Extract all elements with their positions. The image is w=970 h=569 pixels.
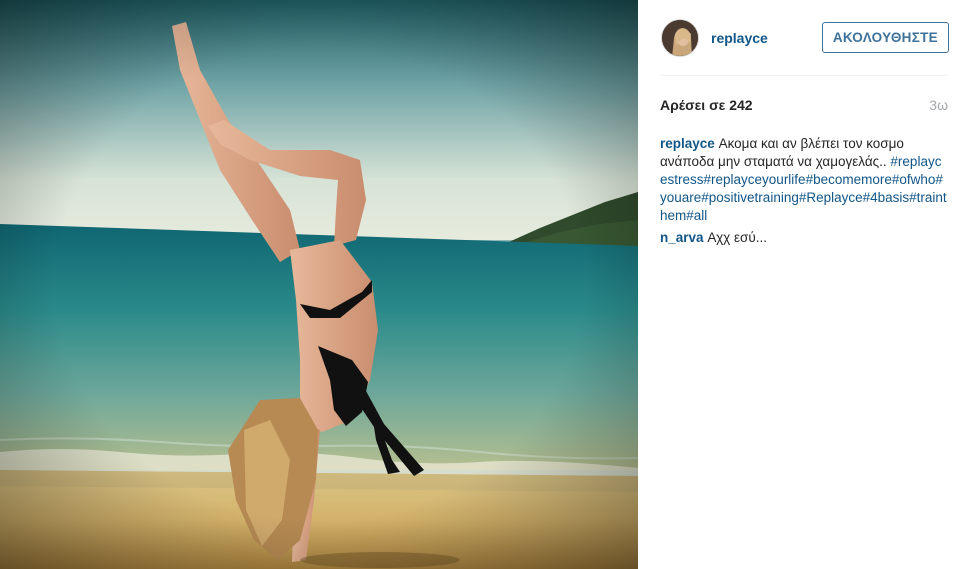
post-sidebar: replayce ΑΚΟΛΟΥΘΗΣΤΕ Αρέσει σε 242 3ω re… (638, 0, 970, 569)
follow-button[interactable]: ΑΚΟΛΟΥΘΗΣΤΕ (821, 22, 949, 53)
instagram-post: replayce ΑΚΟΛΟΥΘΗΣΤΕ Αρέσει σε 242 3ω re… (0, 0, 970, 569)
comment-author[interactable]: replayce (660, 136, 715, 151)
likes-row: Αρέσει σε 242 3ω (660, 96, 948, 114)
post-age[interactable]: 3ω (929, 97, 948, 113)
comment-item: replayce Ακομα και αν βλέπει τον κοσμο α… (660, 135, 948, 225)
post-photo[interactable] (0, 0, 638, 569)
comment-item: n_arva Αχχ εσύ... (660, 229, 948, 247)
username-link[interactable]: replayce (711, 30, 822, 46)
post-image (0, 0, 638, 569)
comment-author[interactable]: n_arva (660, 230, 704, 245)
avatar[interactable] (661, 18, 699, 57)
comments-list: replayce Ακομα και αν βλέπει τον κοσμο α… (660, 135, 948, 247)
post-header: replayce ΑΚΟΛΟΥΘΗΣΤΕ (660, 0, 949, 76)
comment-text: Αχχ εσύ... (707, 230, 767, 245)
likes-count[interactable]: Αρέσει σε 242 (660, 97, 753, 113)
profile-photo-icon (662, 19, 698, 56)
